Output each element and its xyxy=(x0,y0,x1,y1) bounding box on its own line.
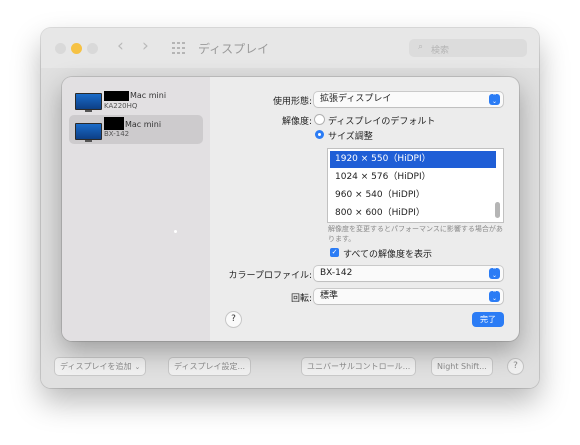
usage-label: 使用形態: xyxy=(272,97,312,107)
window-help-button[interactable]: ? xyxy=(508,359,523,374)
redaction-block xyxy=(104,117,124,130)
display-name: Mac mini xyxy=(130,91,167,100)
monitor-icon xyxy=(75,123,102,142)
performance-note: 解像度を変更するとパフォーマンスに影響する場合があります。 xyxy=(328,225,503,243)
radio-default[interactable] xyxy=(315,115,324,124)
display-settings-button[interactable]: ディスプレイ設定... xyxy=(169,358,251,375)
decorative-dot xyxy=(174,230,177,233)
rotation-popup[interactable]: 標準 ⌃ ⌄ xyxy=(314,289,503,304)
zoom-window-button[interactable] xyxy=(87,43,98,54)
popup-arrows-icon: ⌃ ⌄ xyxy=(489,94,500,105)
sidebar-item-display-2[interactable]: Mac mini BX-142 xyxy=(69,115,203,144)
close-window-button[interactable] xyxy=(55,43,66,54)
add-display-label: ディスプレイを追加 xyxy=(60,362,132,371)
resolution-label: 解像度: xyxy=(281,117,312,127)
display-name: Mac mini xyxy=(125,120,162,129)
chevron-down-icon: ⌄ xyxy=(134,363,141,371)
display-sidebar: Mac mini KA220HQ Mac mini BX-142 xyxy=(62,77,210,341)
forward-icon[interactable]: › xyxy=(142,36,149,56)
done-button[interactable]: 完了 xyxy=(472,312,504,327)
usage-value: 拡張ディスプレイ xyxy=(320,94,392,104)
window-title: ディスプレイ xyxy=(198,42,270,56)
resolution-option[interactable]: 800 × 600（HiDPI） xyxy=(330,205,496,222)
rotation-value: 標準 xyxy=(320,291,339,301)
radio-scaled-label[interactable]: サイズ調整 xyxy=(328,129,373,142)
back-icon[interactable]: ‹ xyxy=(117,36,124,56)
radio-scaled[interactable] xyxy=(315,130,324,139)
popup-arrows-icon: ⌃ ⌄ xyxy=(489,268,500,279)
search-placeholder: 検索 xyxy=(431,46,450,56)
show-all-label[interactable]: すべての解像度を表示 xyxy=(343,247,432,260)
monitor-icon xyxy=(75,93,102,112)
display-settings-sheet: Mac mini KA220HQ Mac mini BX-142 使用形態: 拡… xyxy=(62,77,519,341)
radio-default-label[interactable]: ディスプレイのデフォルト xyxy=(328,114,435,127)
sidebar-item-display-1[interactable]: Mac mini KA220HQ xyxy=(69,85,203,114)
color-profile-popup[interactable]: BX-142 ⌃ ⌄ xyxy=(314,266,503,281)
search-icon: ⌕ xyxy=(418,42,424,52)
search-field[interactable]: ⌕ 検索 xyxy=(409,39,527,57)
show-all-grid-icon[interactable] xyxy=(172,42,185,54)
redaction-block xyxy=(104,91,129,101)
help-button[interactable]: ? xyxy=(226,312,241,327)
rotation-label: 回転: xyxy=(290,294,312,304)
universal-control-button[interactable]: ユニバーサルコントロール... xyxy=(302,358,416,375)
title-bar: ‹ › ディスプレイ ⌕ 検索 xyxy=(41,28,539,68)
night-shift-button[interactable]: Night Shift... xyxy=(432,358,492,375)
resolution-option[interactable]: 1024 × 576（HiDPI） xyxy=(330,169,496,186)
minimize-window-button[interactable] xyxy=(71,43,82,54)
resolution-list[interactable]: 1920 × 550（HiDPI） 1024 × 576（HiDPI） 960 … xyxy=(328,149,503,222)
color-profile-label: カラープロファイル: xyxy=(228,271,313,281)
add-display-button[interactable]: ディスプレイを追加 ⌄ xyxy=(55,358,146,375)
display-model: KA220HQ xyxy=(104,102,138,110)
popup-arrows-icon: ⌃ ⌄ xyxy=(489,291,500,302)
display-model: BX-142 xyxy=(104,130,130,138)
color-profile-value: BX-142 xyxy=(320,268,353,278)
resolution-option[interactable]: 960 × 540（HiDPI） xyxy=(330,187,496,204)
resolution-scrollbar[interactable] xyxy=(495,202,500,218)
show-all-checkbox[interactable]: ✓ xyxy=(330,248,339,257)
resolution-option[interactable]: 1920 × 550（HiDPI） xyxy=(330,151,496,168)
usage-popup[interactable]: 拡張ディスプレイ ⌃ ⌄ xyxy=(314,92,503,107)
